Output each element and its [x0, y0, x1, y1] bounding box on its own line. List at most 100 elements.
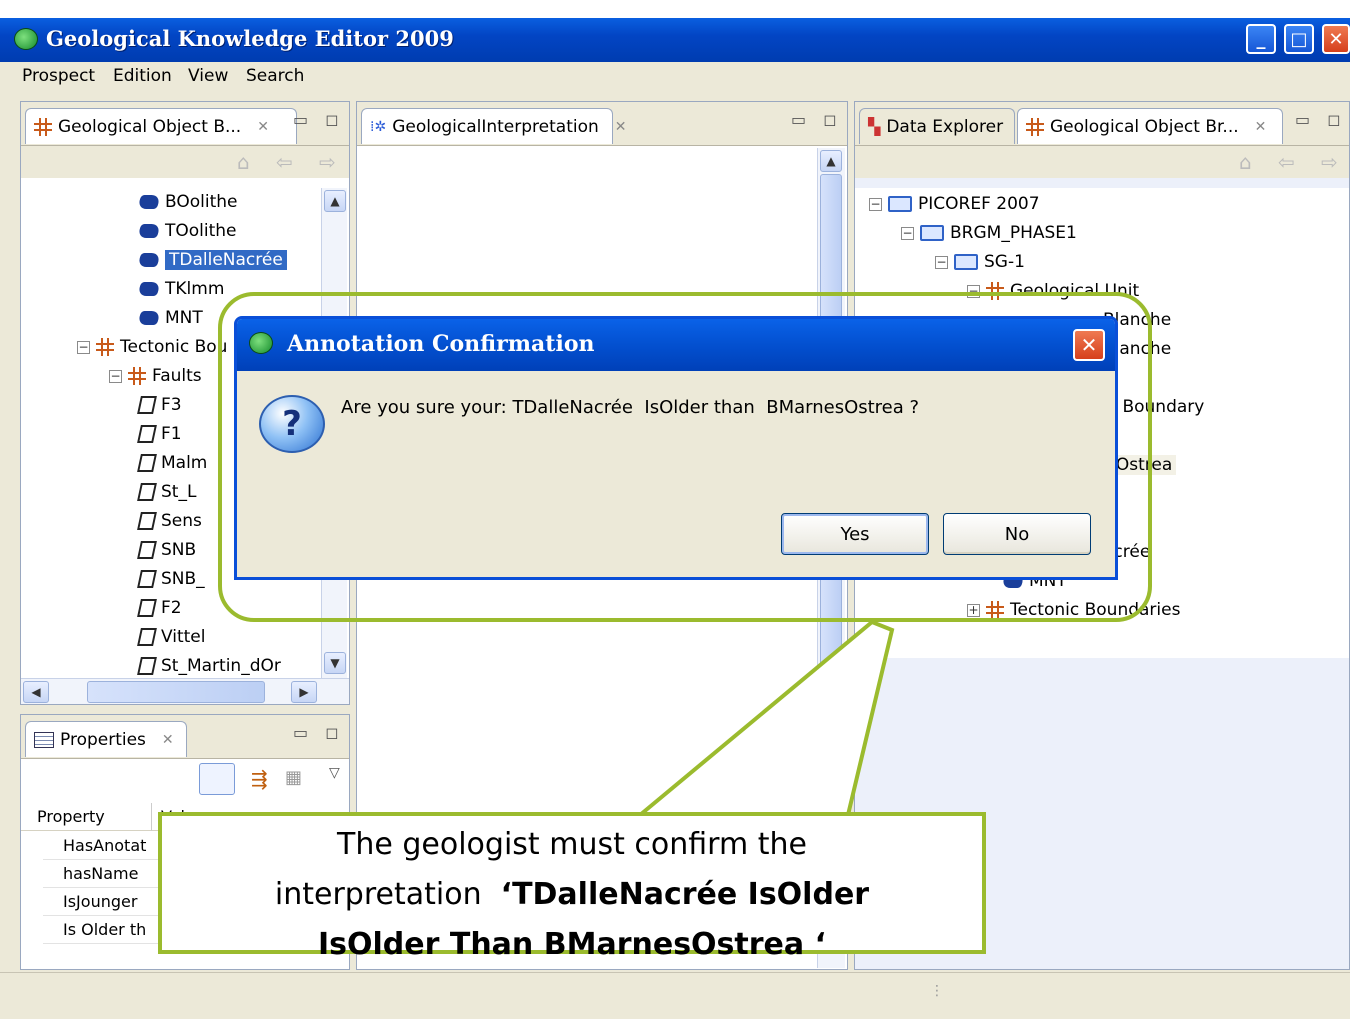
- menu-prospect[interactable]: Prospect: [22, 66, 95, 86]
- right-nav-bar: ⌂ ⇦ ⇨: [855, 146, 1349, 178]
- interpretation-icon: ⁞✲: [370, 118, 387, 135]
- folder-icon: [888, 196, 912, 212]
- tree-item[interactable]: F2: [137, 594, 182, 622]
- panel-minmax-icons[interactable]: ▭ ◻: [791, 110, 842, 129]
- tree-item[interactable]: St_L: [137, 478, 196, 506]
- column-property[interactable]: Property: [37, 807, 105, 826]
- tree-item[interactable]: SNB_: [137, 565, 205, 593]
- left-panel-header: Geological Object B... ✕ ▭ ◻: [21, 102, 349, 146]
- panel-minmax-icons[interactable]: ▭ ◻: [293, 723, 344, 742]
- close-tab-icon[interactable]: ✕: [257, 119, 269, 135]
- tab-label: GeologicalInterpretation: [392, 116, 599, 137]
- tree-item[interactable]: Malm: [137, 449, 207, 477]
- tree-item[interactable]: − Tectonic Bou: [77, 333, 227, 361]
- tree-item[interactable]: − PICOREF 2007: [869, 190, 1040, 218]
- right-panel-header: ▚ Data Explorer Geological Object Br... …: [855, 102, 1349, 146]
- tree-item[interactable]: − BRGM_PHASE1: [901, 219, 1077, 247]
- fault-icon: [137, 541, 157, 559]
- tree-item-label: F3: [161, 395, 182, 415]
- panel-minmax-icons[interactable]: ▭ ◻: [293, 110, 344, 129]
- tab-geological-interpretation[interactable]: ⁞✲ GeologicalInterpretation ✕: [361, 108, 627, 144]
- collapse-icon[interactable]: −: [901, 226, 914, 240]
- tree-item[interactable]: St_Martin_dOr: [137, 652, 281, 680]
- properties-icon: [34, 731, 54, 748]
- left-tree-hscrollbar[interactable]: ◀ ▶: [21, 678, 349, 704]
- dialog-titlebar[interactable]: Annotation Confirmation ✕: [237, 319, 1115, 371]
- scroll-up-icon[interactable]: ▲: [820, 150, 842, 172]
- scroll-left-icon[interactable]: ◀: [23, 681, 49, 703]
- category-icon: [96, 338, 114, 356]
- scroll-right-icon[interactable]: ▶: [291, 681, 317, 703]
- tree-item-label: SNB: [161, 540, 197, 560]
- close-tab-icon[interactable]: ✕: [1255, 119, 1267, 135]
- tree-item[interactable]: F1: [137, 420, 182, 448]
- fault-icon: [137, 425, 157, 443]
- tree-item[interactable]: TOolithe: [136, 217, 237, 245]
- collapse-icon[interactable]: −: [109, 369, 122, 383]
- tab-data-explorer[interactable]: ▚ Data Explorer: [859, 108, 1015, 144]
- tree-item[interactable]: TDalleNacrée: [136, 246, 287, 274]
- tree-item[interactable]: Sens: [137, 507, 202, 535]
- close-tab-icon[interactable]: ✕: [162, 732, 174, 748]
- callout-box: The geologist must confirm the interpret…: [158, 812, 986, 962]
- folder-icon: [954, 254, 978, 270]
- categories-toggle-icon[interactable]: [199, 763, 235, 795]
- panel-minmax-icons[interactable]: ▭ ◻: [1295, 110, 1346, 129]
- tree-item[interactable]: F3: [137, 391, 182, 419]
- collapse-icon[interactable]: −: [869, 197, 882, 211]
- window-title: Geological Knowledge Editor 2009: [46, 26, 454, 51]
- collapse-icon[interactable]: −: [935, 255, 948, 269]
- menu-view[interactable]: View: [188, 66, 228, 86]
- tree-item-label: TOolithe: [165, 221, 237, 241]
- tree-item[interactable]: − Faults: [109, 362, 202, 390]
- tab-properties[interactable]: Properties ✕: [25, 721, 187, 757]
- close-window-button[interactable]: ✕: [1322, 24, 1350, 54]
- tab-label: Data Explorer: [886, 116, 1004, 137]
- restore-default-icon[interactable]: ▦: [285, 767, 302, 788]
- scroll-down-icon[interactable]: ▼: [324, 652, 346, 674]
- tree-item[interactable]: − SG-1: [935, 248, 1025, 276]
- app-icon: [14, 28, 38, 50]
- maximize-button[interactable]: □: [1284, 24, 1314, 54]
- scroll-up-icon[interactable]: ▲: [324, 190, 346, 212]
- geological-unit-icon: [136, 282, 162, 296]
- tree-item-label: Vittel: [161, 627, 206, 647]
- data-explorer-icon: ▚: [868, 117, 881, 136]
- yes-button[interactable]: Yes: [781, 513, 929, 555]
- tree-item[interactable]: MNT: [136, 304, 203, 332]
- tree-item[interactable]: BOolithe: [136, 188, 238, 216]
- minimize-button[interactable]: _: [1246, 24, 1276, 54]
- tab-label: Geological Object Br...: [1050, 116, 1239, 137]
- tree-item-label: SNB_: [161, 569, 205, 589]
- menu-search[interactable]: Search: [246, 66, 304, 86]
- tab-label: Properties: [60, 729, 146, 750]
- geological-object-icon: [34, 117, 52, 136]
- tree-item-label: F1: [161, 424, 182, 444]
- top-strip: [0, 0, 1350, 18]
- fault-icon: [137, 599, 157, 617]
- tree-item-label: F2: [161, 598, 182, 618]
- collapse-icon[interactable]: −: [77, 340, 90, 354]
- geological-unit-icon: [136, 311, 162, 325]
- dialog-close-button[interactable]: ✕: [1073, 329, 1105, 361]
- no-button[interactable]: No: [943, 513, 1091, 555]
- window-titlebar[interactable]: Geological Knowledge Editor 2009 _ □ ✕: [0, 18, 1350, 62]
- nav-home-back-forward-icons[interactable]: ⌂ ⇦ ⇨: [1239, 150, 1348, 174]
- tab-geological-object-browser-right[interactable]: Geological Object Br... ✕: [1017, 108, 1283, 144]
- status-grip-icon: ⋮: [930, 983, 944, 999]
- left-nav-bar: ⌂ ⇦ ⇨: [21, 146, 349, 178]
- hscroll-thumb[interactable]: [87, 681, 265, 703]
- tree-item[interactable]: Vittel: [137, 623, 206, 651]
- fault-icon: [137, 454, 157, 472]
- menu-edition[interactable]: Edition: [113, 66, 172, 86]
- nav-home-back-forward-icons[interactable]: ⌂ ⇦ ⇨: [237, 150, 346, 174]
- tree-item[interactable]: TKlmm: [136, 275, 224, 303]
- view-menu-icon[interactable]: ▽: [329, 765, 340, 781]
- close-tab-icon[interactable]: ✕: [615, 119, 627, 135]
- property-name: IsJounger: [63, 892, 138, 911]
- tree-item[interactable]: SNB: [137, 536, 197, 564]
- status-bar: ⋮: [0, 972, 1350, 1019]
- fault-icon: [137, 483, 157, 501]
- tab-geological-object-browser[interactable]: Geological Object B... ✕: [25, 108, 297, 144]
- filter-advanced-icon[interactable]: ⇶: [251, 767, 268, 791]
